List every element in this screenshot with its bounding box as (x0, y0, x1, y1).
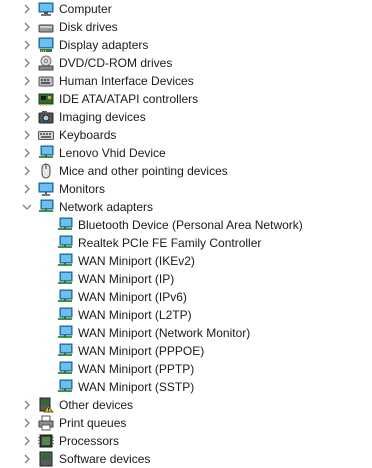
tree-item-mice[interactable]: Mice and other pointing devices (0, 162, 372, 180)
tree-item-label: Display adapters (59, 38, 149, 52)
computer-icon (38, 1, 54, 17)
tree-item-label: Other devices (59, 398, 134, 412)
network-adapter-item[interactable]: WAN Miniport (PPPOE) (0, 342, 372, 360)
tree-item-processors[interactable]: Processors (0, 432, 372, 450)
tree-item-label: Monitors (59, 182, 106, 196)
tree-item-computer[interactable]: Computer (0, 0, 372, 18)
chevron-right-icon[interactable] (22, 454, 32, 464)
tree-item-label: Imaging devices (59, 110, 146, 124)
chevron-right-icon[interactable] (22, 112, 32, 122)
tree-item-label: IDE ATA/ATAPI controllers (59, 92, 199, 106)
monitor-icon (38, 181, 54, 197)
network-adapter-icon (57, 217, 73, 233)
disk-drive-icon (38, 19, 54, 35)
tree-item-imaging-devices[interactable]: Imaging devices (0, 108, 372, 126)
network-adapter-icon (57, 325, 73, 341)
display-adapter-icon (38, 37, 54, 53)
network-adapter-icon (57, 361, 73, 377)
network-adapter-label: WAN Miniport (PPPOE) (78, 344, 205, 358)
tree-item-software-devices[interactable]: Software devices (0, 450, 372, 468)
tree-item-disk-drives[interactable]: Disk drives (0, 18, 372, 36)
tree-item-label: Network adapters (59, 200, 154, 214)
network-adapter-label: WAN Miniport (L2TP) (78, 308, 192, 322)
unknown-device-icon (38, 397, 54, 413)
mouse-icon (38, 163, 54, 179)
network-adapter-item[interactable]: WAN Miniport (IP) (0, 270, 372, 288)
network-adapter-item[interactable]: WAN Miniport (Network Monitor) (0, 324, 372, 342)
network-adapter-icon (57, 379, 73, 395)
network-adapter-icon (38, 199, 54, 215)
network-adapter-item[interactable]: Realtek PCIe FE Family Controller (0, 234, 372, 252)
tree-item-network-adapters[interactable]: Network adapters (0, 198, 372, 216)
network-adapter-label: WAN Miniport (SSTP) (78, 380, 195, 394)
keyboard-icon (38, 127, 54, 143)
network-adapter-item[interactable]: Bluetooth Device (Personal Area Network) (0, 216, 372, 234)
tree-item-label: Human Interface Devices (59, 74, 194, 88)
network-adapter-label: Bluetooth Device (Personal Area Network) (78, 218, 303, 232)
dvd-drive-icon (38, 55, 54, 71)
printer-icon (38, 415, 54, 431)
network-adapter-item[interactable]: WAN Miniport (L2TP) (0, 306, 372, 324)
network-adapter-icon (57, 289, 73, 305)
chevron-right-icon[interactable] (22, 22, 32, 32)
tree-item-other-devices[interactable]: Other devices (0, 396, 372, 414)
processor-icon (38, 433, 54, 449)
network-adapter-item[interactable]: WAN Miniport (PPTP) (0, 360, 372, 378)
tree-item-print-queues[interactable]: Print queues (0, 414, 372, 432)
chevron-right-icon[interactable] (22, 40, 32, 50)
network-adapter-label: WAN Miniport (Network Monitor) (78, 326, 251, 340)
network-adapter-icon (57, 271, 73, 287)
network-monitor-icon (38, 145, 54, 161)
chevron-down-icon[interactable] (22, 202, 32, 212)
tree-item-lenovo-vhid-device[interactable]: Lenovo Vhid Device (0, 144, 372, 162)
tree-item-ide-controllers[interactable]: IDE ATA/ATAPI controllers (0, 90, 372, 108)
network-adapter-icon (57, 235, 73, 251)
chevron-right-icon[interactable] (22, 94, 32, 104)
camera-icon (38, 109, 54, 125)
network-adapter-icon (57, 253, 73, 269)
network-adapter-label: WAN Miniport (IPv6) (78, 290, 187, 304)
tree-item-label: Lenovo Vhid Device (59, 146, 166, 160)
chevron-right-icon[interactable] (22, 76, 32, 86)
tree-item-human-interface-devices[interactable]: Human Interface Devices (0, 72, 372, 90)
tree-item-label: Disk drives (59, 20, 118, 34)
tree-item-label: Processors (59, 434, 120, 448)
tree-item-label: Mice and other pointing devices (59, 164, 228, 178)
network-adapter-label: Realtek PCIe FE Family Controller (78, 236, 262, 250)
tree-item-label: Computer (59, 2, 112, 16)
ide-controller-icon (38, 91, 54, 107)
chevron-right-icon[interactable] (22, 166, 32, 176)
chevron-right-icon[interactable] (22, 418, 32, 428)
network-adapter-item[interactable]: WAN Miniport (IPv6) (0, 288, 372, 306)
tree-item-display-adapters[interactable]: Display adapters (0, 36, 372, 54)
tree-item-label: DVD/CD-ROM drives (59, 56, 173, 70)
tree-item-dvd-drives[interactable]: DVD/CD-ROM drives (0, 54, 372, 72)
chevron-right-icon[interactable] (22, 148, 32, 158)
tree-item-keyboards[interactable]: Keyboards (0, 126, 372, 144)
network-adapter-icon (57, 343, 73, 359)
chevron-right-icon[interactable] (22, 58, 32, 68)
tree-item-label: Keyboards (59, 128, 117, 142)
tree-item-monitors[interactable]: Monitors (0, 180, 372, 198)
network-adapter-item[interactable]: WAN Miniport (IKEv2) (0, 252, 372, 270)
network-adapter-label: WAN Miniport (PPTP) (78, 362, 195, 376)
network-adapter-label: WAN Miniport (IP) (78, 272, 175, 286)
hid-icon (38, 73, 54, 89)
chevron-right-icon[interactable] (22, 130, 32, 140)
tree-item-label: Print queues (59, 416, 127, 430)
software-device-icon (38, 451, 54, 467)
chevron-right-icon[interactable] (22, 184, 32, 194)
network-adapter-label: WAN Miniport (IKEv2) (78, 254, 195, 268)
chevron-right-icon[interactable] (22, 400, 32, 410)
network-adapter-item[interactable]: WAN Miniport (SSTP) (0, 378, 372, 396)
chevron-right-icon[interactable] (22, 436, 32, 446)
network-adapter-icon (57, 307, 73, 323)
chevron-right-icon[interactable] (22, 4, 32, 14)
